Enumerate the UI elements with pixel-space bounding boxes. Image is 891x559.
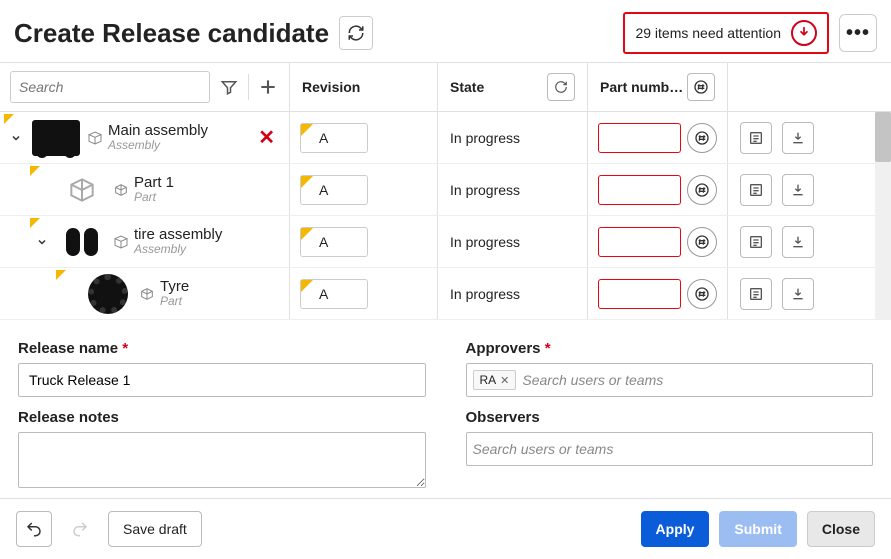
- save-draft-button[interactable]: Save draft: [108, 511, 202, 547]
- dirty-flag-icon: [56, 270, 66, 280]
- tree-cell[interactable]: Main assembly Assembly ✕: [0, 112, 290, 163]
- table-row: Tyre Part A In progress: [0, 268, 891, 320]
- revision-input[interactable]: A: [300, 279, 368, 309]
- item-type: Assembly: [134, 243, 222, 257]
- revision-input[interactable]: A: [300, 175, 368, 205]
- state-cell: In progress: [438, 268, 588, 319]
- dirty-flag-icon: [30, 218, 40, 228]
- release-name-label: Release name *: [18, 340, 426, 357]
- search-input[interactable]: [10, 71, 210, 103]
- partnumber-input[interactable]: [598, 279, 681, 309]
- details-button[interactable]: [740, 174, 772, 206]
- observers-label: Observers: [466, 409, 874, 426]
- partnumber-cell: [588, 164, 728, 215]
- add-button[interactable]: [257, 72, 279, 102]
- remove-item-button[interactable]: ✕: [252, 125, 281, 150]
- scrollbar[interactable]: [875, 112, 891, 320]
- tree-cell[interactable]: tire assembly Assembly: [0, 216, 290, 267]
- tree-cell[interactable]: Tyre Part: [0, 268, 290, 319]
- observers-input[interactable]: Search users or teams: [466, 432, 874, 466]
- column-header-revision[interactable]: Revision: [290, 63, 438, 111]
- part-icon: [138, 285, 156, 303]
- undo-button[interactable]: [16, 511, 52, 547]
- more-menu-button[interactable]: •••: [839, 14, 877, 52]
- attention-banner[interactable]: 29 items need attention: [623, 12, 829, 54]
- observers-placeholder: Search users or teams: [473, 441, 867, 457]
- download-button[interactable]: [782, 174, 814, 206]
- revision-input[interactable]: A: [300, 227, 368, 257]
- expand-toggle[interactable]: [6, 132, 26, 144]
- state-refresh-button[interactable]: [547, 73, 575, 101]
- item-type: Assembly: [108, 139, 208, 153]
- details-button[interactable]: [740, 122, 772, 154]
- page-title: Create Release candidate: [14, 18, 329, 49]
- partnumber-input[interactable]: [598, 227, 681, 257]
- approvers-input[interactable]: RA ✕ Search users or teams: [466, 363, 874, 397]
- state-cell: In progress: [438, 164, 588, 215]
- revision-cell: A: [290, 164, 438, 215]
- item-type: Part: [160, 295, 189, 309]
- table-row: tire assembly Assembly A In progress: [0, 216, 891, 268]
- revision-cell: A: [290, 268, 438, 319]
- item-type: Part: [134, 191, 174, 205]
- table-row: Part 1 Part A In progress: [0, 164, 891, 216]
- attention-text: 29 items need attention: [635, 25, 781, 41]
- part-icon: [112, 181, 130, 199]
- tree-cell[interactable]: Part 1 Part: [0, 164, 290, 215]
- revision-input[interactable]: A: [300, 123, 368, 153]
- item-name: tire assembly: [134, 226, 222, 243]
- table-row: Main assembly Assembly ✕ A In progress: [0, 112, 891, 164]
- column-header-state[interactable]: State: [438, 63, 588, 111]
- state-cell: In progress: [438, 216, 588, 267]
- attention-icon: [791, 20, 817, 46]
- partnumber-cell: [588, 216, 728, 267]
- close-button[interactable]: Close: [807, 511, 875, 547]
- item-name: Main assembly: [108, 122, 208, 139]
- partnumber-cell: [588, 268, 728, 319]
- chip-remove-icon[interactable]: ✕: [500, 374, 509, 387]
- generate-partnumber-button[interactable]: [687, 227, 717, 257]
- release-name-input[interactable]: [18, 363, 426, 397]
- actions-cell: [728, 268, 891, 319]
- revision-cell: A: [290, 112, 438, 163]
- download-button[interactable]: [782, 122, 814, 154]
- approver-chip[interactable]: RA ✕: [473, 370, 517, 390]
- dirty-flag-icon: [30, 166, 40, 176]
- state-cell: In progress: [438, 112, 588, 163]
- partnumber-input[interactable]: [598, 123, 681, 153]
- download-button[interactable]: [782, 278, 814, 310]
- column-header-partnumber[interactable]: Part numb…: [588, 63, 728, 111]
- expand-toggle[interactable]: [32, 236, 52, 248]
- details-button[interactable]: [740, 226, 772, 258]
- actions-cell: [728, 112, 891, 163]
- partnumber-input[interactable]: [598, 175, 681, 205]
- approvers-placeholder: Search users or teams: [522, 372, 866, 388]
- item-name: Part 1: [134, 174, 174, 191]
- generate-partnumber-button[interactable]: [687, 175, 717, 205]
- assembly-icon: [86, 129, 104, 147]
- dirty-flag-icon: [4, 114, 14, 124]
- generate-partnumber-button[interactable]: [687, 279, 717, 309]
- redo-button[interactable]: [62, 511, 98, 547]
- approvers-label: Approvers *: [466, 340, 874, 357]
- partnumber-generate-all-button[interactable]: [687, 73, 715, 101]
- download-button[interactable]: [782, 226, 814, 258]
- actions-cell: [728, 216, 891, 267]
- assembly-icon: [112, 233, 130, 251]
- revision-cell: A: [290, 216, 438, 267]
- release-notes-input[interactable]: [18, 432, 426, 488]
- refresh-button[interactable]: [339, 16, 373, 50]
- scroll-thumb[interactable]: [875, 112, 891, 162]
- details-button[interactable]: [740, 278, 772, 310]
- release-notes-label: Release notes: [18, 409, 426, 426]
- apply-button[interactable]: Apply: [641, 511, 710, 547]
- submit-button[interactable]: Submit: [719, 511, 796, 547]
- filter-button[interactable]: [218, 72, 240, 102]
- item-name: Tyre: [160, 278, 189, 295]
- partnumber-cell: [588, 112, 728, 163]
- generate-partnumber-button[interactable]: [687, 123, 717, 153]
- actions-cell: [728, 164, 891, 215]
